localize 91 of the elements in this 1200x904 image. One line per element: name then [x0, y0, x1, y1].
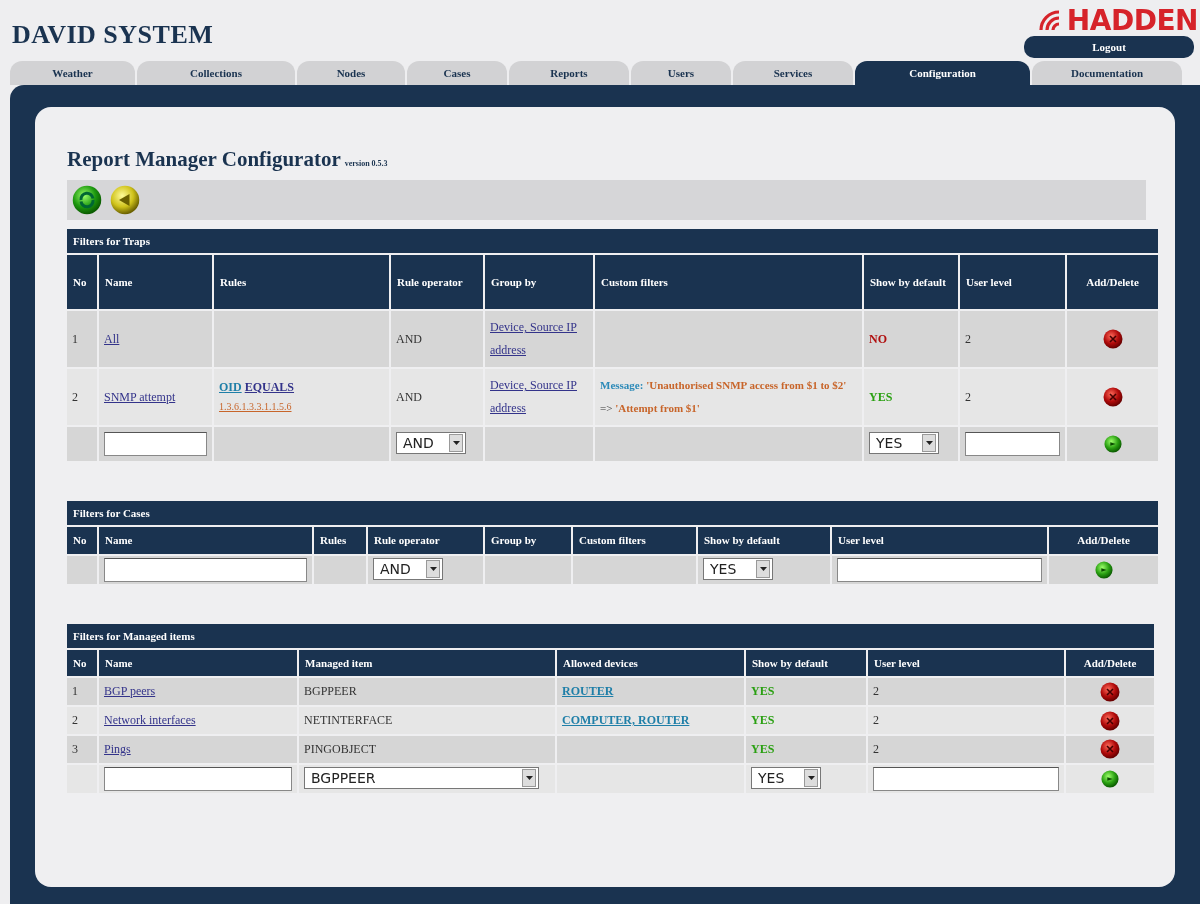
text-input[interactable] — [104, 432, 207, 456]
text-input[interactable] — [873, 766, 1059, 791]
column-header: No — [67, 255, 97, 309]
nav-tab[interactable]: Reports — [509, 61, 629, 85]
nav-tab[interactable]: Nodes — [297, 61, 405, 85]
column-header: Allowed devices — [557, 649, 744, 677]
column-header: Name — [99, 649, 297, 677]
delete-icon[interactable] — [1100, 739, 1121, 760]
text-input[interactable] — [104, 557, 307, 582]
nav-tab[interactable]: Cases — [407, 61, 507, 85]
dropdown[interactable]: AND — [396, 432, 466, 454]
nav-tab[interactable]: Configuration — [855, 61, 1030, 85]
delete-icon[interactable] — [1102, 329, 1123, 349]
add-icon[interactable] — [1094, 560, 1113, 579]
table-cell: 2 — [868, 735, 1064, 763]
nav-tab[interactable]: Documentation — [1032, 61, 1182, 85]
section-title: Filters for Cases — [67, 501, 1159, 525]
table-cell: 2 — [868, 707, 1064, 734]
caret-icon — [807, 775, 815, 780]
section-title: Filters for Traps — [67, 229, 1158, 253]
column-header: User level — [832, 527, 1047, 554]
caret-icon — [452, 441, 460, 445]
refresh-icon[interactable] — [72, 185, 102, 215]
show-default-value: NO — [869, 331, 887, 346]
column-header: Show by default — [698, 527, 830, 554]
version-label: version 0.5.3 — [344, 159, 388, 168]
caret-icon — [429, 566, 437, 571]
add-icon[interactable] — [1103, 435, 1122, 453]
column-header: Custom filters — [573, 527, 696, 554]
show-default-value: YES — [751, 741, 775, 756]
dropdown[interactable]: AND — [373, 557, 443, 580]
dropdown[interactable]: YES — [703, 557, 773, 580]
page-title: Report Manager Configurator — [67, 147, 341, 172]
app-title: DAVID SYSTEM — [12, 20, 214, 50]
nav-tab[interactable]: Collections — [137, 61, 295, 85]
dropdown[interactable]: BGPPEER — [304, 766, 539, 789]
column-header: Managed item — [299, 649, 555, 677]
column-header: Custom filters — [595, 255, 862, 309]
table-cell: BGPPEER — [299, 678, 555, 706]
show-default-value: YES — [751, 713, 775, 728]
column-header: Rules — [314, 527, 366, 554]
table-cell: NETINTERFACE — [299, 707, 555, 734]
text-input[interactable] — [965, 432, 1060, 456]
nav-tab[interactable]: Weather — [10, 61, 135, 85]
table-cell: AND — [391, 311, 483, 367]
column-header: Group by — [485, 527, 571, 554]
dropdown[interactable]: YES — [869, 432, 939, 454]
table-cell: 2 — [868, 678, 1064, 706]
column-header: Add/Delete — [1049, 527, 1159, 554]
logout-button[interactable]: Logout — [1024, 36, 1194, 58]
show-default-value: YES — [869, 389, 893, 404]
text-input[interactable] — [837, 557, 1042, 582]
column-header: No — [67, 527, 97, 554]
nav-tab[interactable]: Users — [631, 61, 731, 85]
column-header: User level — [960, 255, 1065, 309]
table-cell: 2 — [960, 369, 1065, 425]
text-input[interactable] — [104, 766, 292, 791]
column-header: Show by default — [864, 255, 958, 309]
table-cell: 2 — [960, 311, 1065, 367]
delete-icon[interactable] — [1100, 710, 1121, 731]
column-header: Add/Delete — [1067, 255, 1158, 309]
show-default-value: YES — [751, 684, 775, 699]
back-icon[interactable] — [110, 185, 140, 215]
column-header: Show by default — [746, 649, 866, 677]
table-cell: 3 — [67, 735, 97, 763]
table-cell: 1 — [67, 311, 97, 367]
caret-icon — [525, 775, 533, 780]
table-cell: 2 — [67, 369, 97, 425]
dropdown[interactable]: YES — [751, 766, 821, 789]
delete-icon[interactable] — [1100, 681, 1121, 702]
column-header: Rule operator — [391, 255, 483, 309]
table-cell: 2 — [67, 707, 97, 734]
delete-icon[interactable] — [1102, 387, 1123, 407]
column-header: User level — [868, 649, 1064, 677]
custom-filter-text: Message: 'Unauthorised SNMP access from $1 to $2' => 'Attempt from $1' — [600, 378, 848, 416]
logo-text: HADDEN — [1066, 4, 1198, 37]
table-cell: AND — [391, 369, 483, 425]
column-header: Add/Delete — [1066, 649, 1155, 677]
section-title: Filters for Managed items — [67, 623, 1155, 648]
column-header: Rules — [214, 255, 389, 309]
column-header: Group by — [485, 255, 593, 309]
column-header: Name — [99, 527, 312, 554]
nav-tab[interactable]: Services — [733, 61, 853, 85]
caret-icon — [759, 566, 767, 571]
column-header: No — [67, 649, 97, 677]
caret-icon — [925, 441, 933, 445]
table-cell: PINGOBJECT — [299, 735, 555, 763]
column-header: Rule operator — [368, 527, 483, 554]
add-icon[interactable] — [1101, 769, 1120, 788]
table-cell: 1 — [67, 678, 97, 706]
column-header: Name — [99, 255, 212, 309]
